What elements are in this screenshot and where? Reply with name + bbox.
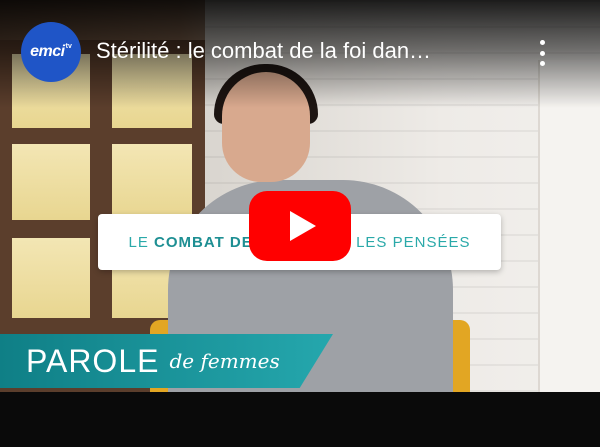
kebab-menu-icon[interactable] [532, 40, 552, 66]
background-pillar [538, 60, 600, 392]
play-button[interactable] [249, 191, 351, 261]
video-player[interactable]: LE COMBAT DE L NS LES PENSÉES PAROLE de f… [0, 0, 600, 447]
avatar-logo-sup: tv [65, 42, 72, 50]
banner-subtitle: de femmes [169, 349, 280, 373]
video-title[interactable]: Stérilité : le combat de la foi dan… [96, 38, 506, 64]
show-banner: PAROLE de femmes [0, 334, 333, 388]
banner-title: PAROLE [26, 342, 160, 379]
play-icon [290, 211, 316, 241]
avatar-logo-text: emci [30, 43, 65, 60]
channel-avatar[interactable]: emci tv [21, 22, 81, 82]
video-top-bar: emci tv Stérilité : le combat de la foi d… [0, 0, 600, 108]
